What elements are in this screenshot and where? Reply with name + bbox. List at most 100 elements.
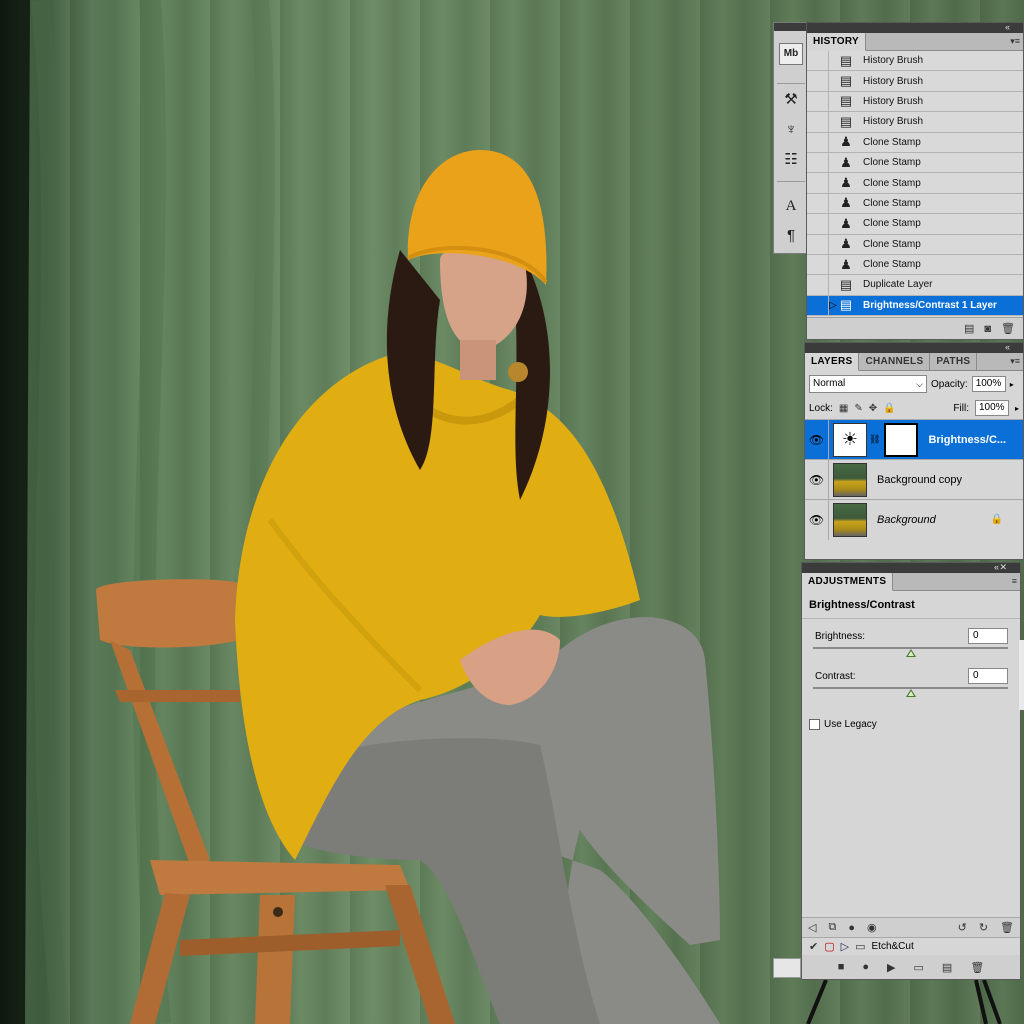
lock-position-icon[interactable]: ✥ xyxy=(869,403,877,414)
opacity-slider-arrow-icon[interactable]: ▸ xyxy=(1010,380,1014,389)
tool-presets-icon[interactable]: ☷ xyxy=(779,149,803,171)
history-source-checkbox[interactable] xyxy=(807,295,829,316)
tab-history[interactable]: HISTORY xyxy=(807,33,866,51)
clip-to-layer-icon[interactable]: ● xyxy=(848,922,855,934)
expanded-view-icon[interactable]: ⧉ xyxy=(828,921,836,934)
view-previous-state-icon[interactable]: ↺ xyxy=(958,921,967,934)
history-state-row[interactable]: ♟ Clone Stamp xyxy=(807,254,1023,276)
fill-slider-arrow-icon[interactable]: ▸ xyxy=(1015,404,1019,413)
history-state-row[interactable]: ▤ History Brush xyxy=(807,51,1023,72)
history-state-row[interactable]: ▷ ▤ Brightness/Contrast 1 Layer xyxy=(807,295,1023,317)
brightness-control: Brightness: 0 xyxy=(808,619,1014,659)
tab-layers[interactable]: LAYERS xyxy=(805,353,860,371)
action-item[interactable]: ✔ ▢ ▷ ▭ Etch&Cut xyxy=(802,937,1020,955)
history-source-checkbox[interactable] xyxy=(807,51,829,71)
adjustment-layer-icon[interactable]: ☀ xyxy=(833,422,867,457)
return-to-list-icon[interactable]: ◁ xyxy=(808,921,816,934)
trash-icon[interactable]: 🗑 xyxy=(970,961,984,974)
history-source-checkbox[interactable] xyxy=(807,193,829,214)
record-icon[interactable]: ● xyxy=(862,961,869,973)
history-state-row[interactable]: ♟ Clone Stamp xyxy=(807,173,1023,194)
lock-pixels-icon[interactable]: ✎ xyxy=(854,403,862,414)
panel-menu-icon[interactable]: ▾≡ xyxy=(1010,356,1020,367)
checkmark-icon[interactable]: ✔ xyxy=(809,940,818,953)
history-source-checkbox[interactable] xyxy=(807,275,829,295)
layer-visibility-eye-icon[interactable]: 👁 xyxy=(805,419,829,460)
use-legacy-checkbox[interactable] xyxy=(809,719,820,730)
new-document-from-state-icon[interactable]: ▤ xyxy=(964,322,974,335)
history-state-list[interactable]: ▤ History Brush ▤ History Brush ▤ History Bru… xyxy=(807,51,1023,317)
layer-row[interactable]: 👁 Background 🔒 xyxy=(805,499,1023,540)
clone-stamp-icon: ♟ xyxy=(840,215,852,231)
new-snapshot-icon[interactable]: ◙ xyxy=(984,323,991,335)
layer-mask-thumbnail[interactable] xyxy=(884,422,919,457)
history-source-checkbox[interactable] xyxy=(807,213,829,234)
history-state-row[interactable]: ♟ Clone Stamp xyxy=(807,193,1023,215)
history-state-row[interactable]: ♟ Clone Stamp xyxy=(807,234,1023,255)
history-source-checkbox[interactable] xyxy=(807,91,829,112)
dialog-toggle-icon[interactable]: ▢ xyxy=(824,940,834,953)
history-state-row[interactable]: ▤ Duplicate Layer xyxy=(807,275,1023,296)
expand-triangle-icon[interactable]: ▷ xyxy=(841,940,849,953)
mask-link-icon[interactable]: ⛓ xyxy=(869,434,880,445)
layer-thumbnail[interactable] xyxy=(833,502,867,537)
lock-all-icon[interactable]: 🔒 xyxy=(883,403,895,414)
background-window-edge xyxy=(1019,640,1024,710)
history-state-row[interactable]: ▤ History Brush xyxy=(807,91,1023,113)
layer-thumbnail[interactable] xyxy=(833,462,867,497)
layer-name[interactable]: Background xyxy=(877,514,936,526)
stop-icon[interactable]: ■ xyxy=(838,961,845,973)
history-state-row[interactable]: ▤ History Brush xyxy=(807,111,1023,133)
history-source-checkbox[interactable] xyxy=(807,173,829,194)
history-state-slider-icon[interactable]: ▷ xyxy=(829,300,837,311)
layer-name[interactable]: Background copy xyxy=(877,474,962,486)
lock-transparency-icon[interactable]: ▦ xyxy=(839,403,848,414)
opacity-field[interactable]: 100% xyxy=(971,376,1006,392)
history-source-checkbox[interactable] xyxy=(807,71,829,92)
tab-paths[interactable]: PATHS xyxy=(930,353,978,371)
layers-panel: ‹‹ LAYERS CHANNELS PATHS ▾≡ Normal ⌵ Opa… xyxy=(804,342,1024,560)
play-icon[interactable]: ▶ xyxy=(887,961,895,974)
history-source-checkbox[interactable] xyxy=(807,254,829,275)
layer-visibility-eye-icon[interactable]: 👁 xyxy=(805,499,829,540)
brightness-input[interactable]: 0 xyxy=(968,628,1008,644)
layer-row[interactable]: 👁 ☀ ⛓ Brightness/C... xyxy=(805,419,1023,460)
layer-name[interactable]: Brightness/C... xyxy=(928,434,1006,446)
blend-mode-select[interactable]: Normal ⌵ xyxy=(809,375,927,393)
visibility-eye-icon[interactable]: ◉ xyxy=(867,921,877,934)
blend-mode-value: Normal xyxy=(813,378,846,389)
history-state-row[interactable]: ♟ Clone Stamp xyxy=(807,213,1023,235)
layer-visibility-eye-icon[interactable]: 👁 xyxy=(805,459,829,500)
brightness-slider-thumb[interactable] xyxy=(906,649,916,657)
history-source-checkbox[interactable] xyxy=(807,111,829,132)
panel-menu-icon[interactable]: ≡ xyxy=(1012,576,1017,586)
history-source-checkbox[interactable] xyxy=(807,132,829,153)
panel-menu-icon[interactable]: ▾≡ xyxy=(1010,36,1020,47)
fill-field[interactable]: 100% xyxy=(974,400,1009,416)
tab-adjustments[interactable]: ADJUSTMENTS xyxy=(802,573,894,591)
panel-header: ‹‹ xyxy=(807,22,1023,33)
history-state-row[interactable]: ♟ Clone Stamp xyxy=(807,132,1023,153)
layer-row[interactable]: 👁 Background copy xyxy=(805,459,1023,500)
clone-source-icon[interactable]: ♆ xyxy=(779,119,803,141)
contrast-slider-thumb[interactable] xyxy=(906,689,916,697)
use-legacy-label: Use Legacy xyxy=(824,719,877,730)
new-action-icon[interactable]: ▤ xyxy=(942,961,952,974)
trash-icon[interactable]: 🗑 xyxy=(1001,322,1015,335)
mini-bridge-icon[interactable]: Mb xyxy=(779,43,803,65)
brush-presets-icon[interactable]: ⚒ xyxy=(779,89,803,111)
history-state-row[interactable]: ♟ Clone Stamp xyxy=(807,152,1023,174)
character-icon[interactable]: A xyxy=(779,195,803,217)
paragraph-icon[interactable]: ¶ xyxy=(779,225,803,247)
new-set-icon[interactable]: ▭ xyxy=(914,961,924,974)
trash-icon[interactable]: 🗑 xyxy=(1000,921,1014,934)
history-source-checkbox[interactable] xyxy=(807,234,829,255)
brightness-label: Brightness: xyxy=(815,631,866,642)
contrast-input[interactable]: 0 xyxy=(968,668,1008,684)
use-legacy-row[interactable]: Use Legacy xyxy=(802,719,1020,730)
tab-channels[interactable]: CHANNELS xyxy=(859,353,931,371)
history-source-checkbox[interactable] xyxy=(807,152,829,173)
reset-icon[interactable]: ↻ xyxy=(979,921,988,934)
history-state-row[interactable]: ▤ History Brush xyxy=(807,71,1023,92)
panel-header: ‹‹ ✕ xyxy=(802,562,1020,573)
